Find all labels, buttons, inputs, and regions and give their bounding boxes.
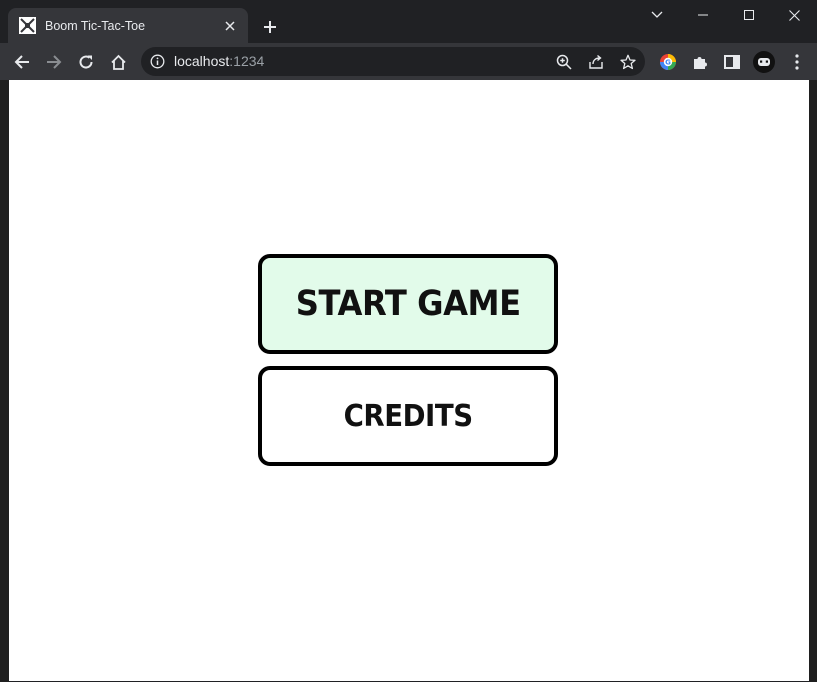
game-favicon-icon [19, 17, 36, 34]
arrow-left-icon [14, 55, 29, 69]
credits-label: CREDITS [343, 398, 473, 434]
avatar-icon [753, 51, 775, 73]
reload-button[interactable] [72, 48, 100, 76]
close-icon [788, 9, 800, 21]
window-frame-right [809, 80, 817, 682]
home-icon [110, 54, 126, 70]
tab-search-button[interactable] [634, 0, 680, 30]
browser-tab[interactable]: Boom Tic-Tac-Toe [8, 8, 248, 43]
share-icon[interactable] [585, 51, 607, 73]
page-viewport: START GAME CREDITS [9, 80, 809, 681]
url-host: localhost [174, 53, 230, 69]
address-bar[interactable]: localhost:1234 [141, 47, 645, 76]
profile-button[interactable] [750, 48, 778, 76]
forward-button[interactable] [40, 48, 68, 76]
browser-titlebar: Boom Tic-Tac-Toe [0, 0, 817, 43]
browser-menu-button[interactable] [783, 48, 811, 76]
chevron-down-icon [651, 11, 663, 18]
svg-text:G: G [665, 59, 671, 67]
more-vert-icon [795, 54, 799, 70]
close-tab-icon[interactable] [222, 18, 238, 34]
reload-icon [79, 55, 93, 69]
extensions-button[interactable] [686, 48, 714, 76]
back-button[interactable] [8, 48, 36, 76]
new-tab-button[interactable] [258, 15, 282, 39]
window-frame-left [0, 80, 9, 682]
bookmark-star-icon[interactable] [617, 51, 639, 73]
extension-google-button[interactable]: G [654, 48, 682, 76]
maximize-button[interactable] [726, 0, 772, 30]
puzzle-icon [694, 57, 707, 69]
plus-icon [264, 21, 276, 33]
maximize-icon [744, 10, 754, 20]
credits-button[interactable]: CREDITS [258, 366, 558, 466]
start-game-label: START GAME [295, 284, 521, 324]
url-text[interactable]: localhost:1234 [174, 47, 264, 76]
arrow-right-icon [47, 55, 62, 69]
side-panel-button[interactable] [718, 48, 746, 76]
browser-toolbar: localhost:1234 G [0, 43, 817, 80]
url-port: :1234 [229, 53, 265, 69]
zoom-icon[interactable] [553, 51, 575, 73]
start-game-button[interactable]: START GAME [258, 254, 558, 354]
minimize-icon [698, 14, 708, 16]
side-panel-icon [724, 55, 740, 69]
close-window-button[interactable] [771, 0, 817, 30]
minimize-button[interactable] [680, 0, 726, 30]
tab-title: Boom Tic-Tac-Toe [45, 18, 146, 33]
google-extension-icon: G [660, 54, 676, 70]
home-button[interactable] [104, 48, 132, 76]
site-info-icon[interactable] [150, 54, 165, 69]
